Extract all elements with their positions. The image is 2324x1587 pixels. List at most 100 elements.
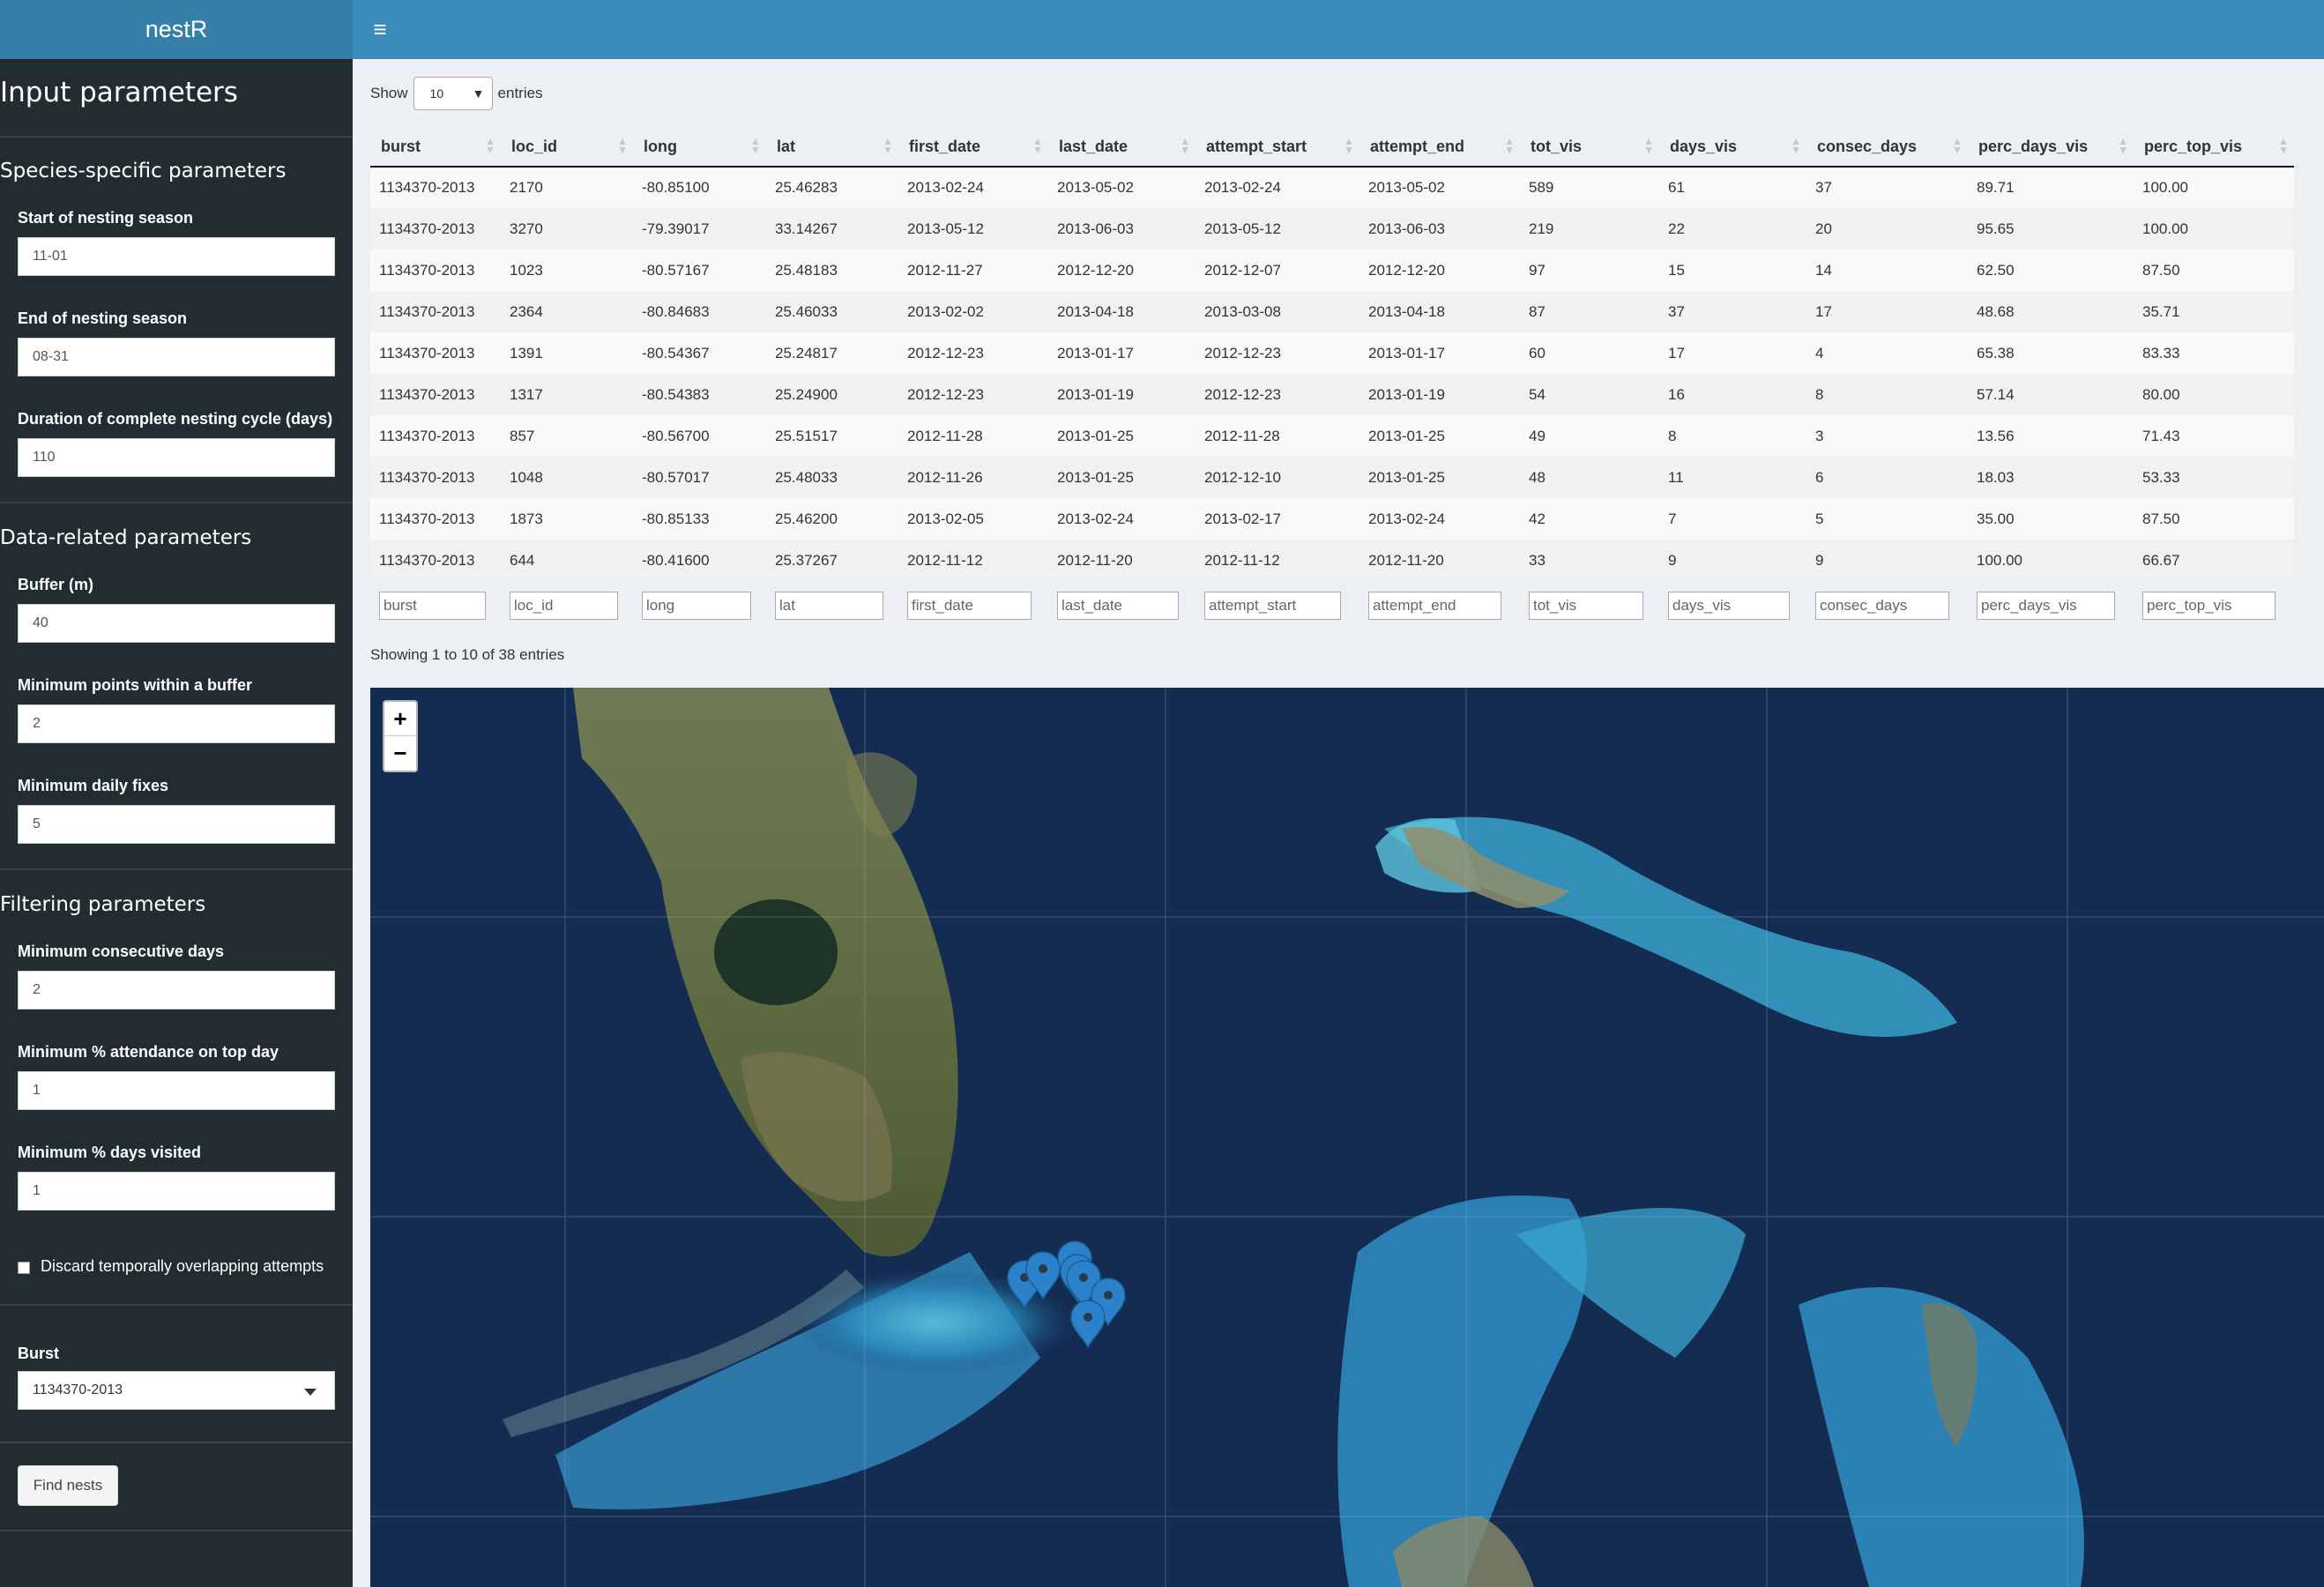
table-cell: 1134370-2013 bbox=[370, 498, 501, 540]
min-fixes-input[interactable]: 5 bbox=[18, 805, 335, 844]
column-filter-burst[interactable]: burst bbox=[379, 592, 487, 620]
table-cell: 60 bbox=[1520, 332, 1659, 374]
table-cell: 42 bbox=[1520, 498, 1659, 540]
min-consec-input[interactable]: 2 bbox=[18, 971, 335, 1010]
section-species: Species-specific parameters bbox=[0, 160, 287, 183]
min-points-input[interactable]: 2 bbox=[18, 704, 335, 743]
table-cell: 2012-11-28 bbox=[898, 415, 1048, 457]
table-cell: 589 bbox=[1520, 167, 1659, 208]
table-cell: -80.41600 bbox=[633, 540, 766, 581]
table-cell: 2013-05-12 bbox=[898, 208, 1048, 250]
table-row[interactable]: 1134370-2013 2364 -80.84683 25.46033 2013-02… bbox=[370, 291, 2294, 332]
page-length-select[interactable]: 10 ▼ bbox=[413, 77, 493, 110]
column-header-label: burst bbox=[381, 137, 421, 155]
sort-icon: ▲ ▼ bbox=[617, 135, 628, 156]
app-logo[interactable]: nestR bbox=[0, 0, 353, 59]
zoom-out-button[interactable]: − bbox=[384, 736, 416, 771]
sidebar-title: Input parameters bbox=[0, 77, 238, 108]
table-cell: 2170 bbox=[501, 167, 633, 208]
table-row[interactable]: 1134370-2013 1023 -80.57167 25.48183 2012-11… bbox=[370, 250, 2294, 291]
cycle-duration-input[interactable]: 110 bbox=[18, 438, 335, 477]
table-row[interactable]: 1134370-2013 1391 -80.54367 25.24817 2012-12… bbox=[370, 332, 2294, 374]
column-filter-long[interactable]: long bbox=[642, 592, 752, 620]
table-cell: 17 bbox=[1659, 332, 1806, 374]
column-filter-loc-id[interactable]: loc_id bbox=[510, 592, 619, 620]
section-data: Data-related parameters bbox=[0, 526, 252, 549]
table-cell: 2012-11-26 bbox=[898, 457, 1048, 498]
start-season-input[interactable]: 11-01 bbox=[18, 237, 335, 276]
table-cell: 2013-01-25 bbox=[1359, 457, 1520, 498]
table-row[interactable]: 1134370-2013 2170 -80.85100 25.46283 2013-02… bbox=[370, 167, 2294, 208]
sidebar-toggle-icon[interactable]: ≡ bbox=[367, 16, 393, 42]
table-cell: 15 bbox=[1659, 250, 1806, 291]
burst-select[interactable]: 1134370-2013 bbox=[18, 1371, 335, 1410]
table-cell: 2364 bbox=[501, 291, 633, 332]
column-header-lat[interactable]: lat ▲ ▼ bbox=[766, 127, 898, 168]
table-cell: 2013-02-24 bbox=[898, 167, 1048, 208]
divider bbox=[0, 502, 353, 503]
table-cell: 25.46283 bbox=[766, 167, 898, 208]
column-filter-first-date[interactable]: first_date bbox=[907, 592, 1032, 620]
end-season-input[interactable]: 08-31 bbox=[18, 338, 335, 376]
map[interactable]: + − bbox=[370, 688, 2324, 1587]
table-cell: 25.37267 bbox=[766, 540, 898, 581]
table-cell: 49 bbox=[1520, 415, 1659, 457]
table-row[interactable]: 1134370-2013 1873 -80.85133 25.46200 2013-02… bbox=[370, 498, 2294, 540]
column-filter-attempt-start[interactable]: attempt_start bbox=[1204, 592, 1341, 620]
column-filter-perc-days-vis[interactable]: perc_days_vis bbox=[1977, 592, 2115, 620]
table-row[interactable]: 1134370-2013 644 -80.41600 25.37267 2012-11-… bbox=[370, 540, 2294, 581]
zoom-in-button[interactable]: + bbox=[384, 702, 416, 736]
table-cell: 2013-06-03 bbox=[1359, 208, 1520, 250]
column-header-burst[interactable]: burst ▲ ▼ bbox=[370, 127, 501, 168]
table-cell: 48.68 bbox=[1968, 291, 2134, 332]
column-filter-last-date[interactable]: last_date bbox=[1057, 592, 1180, 620]
table-cell: 1023 bbox=[501, 250, 633, 291]
column-header-loc-id[interactable]: loc_id ▲ ▼ bbox=[501, 127, 633, 168]
table-row[interactable]: 1134370-2013 1317 -80.54383 25.24900 2012-12… bbox=[370, 374, 2294, 415]
divider bbox=[0, 868, 353, 870]
column-filter-lat[interactable]: lat bbox=[775, 592, 884, 620]
column-header-days-vis[interactable]: days_vis ▲ ▼ bbox=[1659, 127, 1806, 168]
column-filter-tot-vis[interactable]: tot_vis bbox=[1529, 592, 1644, 620]
table-cell: 14 bbox=[1806, 250, 1968, 291]
table-cell: 9 bbox=[1659, 540, 1806, 581]
column-header-last-date[interactable]: last_date ▲ ▼ bbox=[1048, 127, 1196, 168]
table-cell: 2012-12-20 bbox=[1048, 250, 1196, 291]
table-cell: 3270 bbox=[501, 208, 633, 250]
sort-icon: ▲ ▼ bbox=[1952, 135, 1963, 156]
column-filter-attempt-end[interactable]: attempt_end bbox=[1368, 592, 1502, 620]
min-daysvis-label: Minimum % days visited bbox=[18, 1144, 202, 1161]
table-cell: 22 bbox=[1659, 208, 1806, 250]
column-header-first-date[interactable]: first_date ▲ ▼ bbox=[898, 127, 1048, 168]
column-filter-consec-days[interactable]: consec_days bbox=[1815, 592, 1950, 620]
sort-icon: ▲ ▼ bbox=[883, 135, 893, 156]
column-header-tot-vis[interactable]: tot_vis ▲ ▼ bbox=[1520, 127, 1659, 168]
buffer-input[interactable]: 40 bbox=[18, 604, 335, 643]
zoom-control: + − bbox=[383, 700, 418, 772]
column-filter-days-vis[interactable]: days_vis bbox=[1668, 592, 1791, 620]
column-header-attempt-start[interactable]: attempt_start ▲ ▼ bbox=[1196, 127, 1359, 168]
table-row[interactable]: 1134370-2013 1048 -80.57017 25.48033 2012-11… bbox=[370, 457, 2294, 498]
column-filter-perc-top-vis[interactable]: perc_top_vis bbox=[2142, 592, 2276, 620]
column-header-perc-top-vis[interactable]: perc_top_vis ▲ ▼ bbox=[2134, 127, 2294, 168]
column-header-attempt-end[interactable]: attempt_end ▲ ▼ bbox=[1359, 127, 1520, 168]
nest-marker-icon[interactable] bbox=[1070, 1300, 1106, 1349]
min-topday-input[interactable]: 1 bbox=[18, 1071, 335, 1110]
table-cell: 61 bbox=[1659, 167, 1806, 208]
table-cell: 8 bbox=[1659, 415, 1806, 457]
column-header-long[interactable]: long ▲ ▼ bbox=[633, 127, 766, 168]
column-header-perc-days-vis[interactable]: perc_days_vis ▲ ▼ bbox=[1968, 127, 2134, 168]
table-row[interactable]: 1134370-2013 857 -80.56700 25.51517 2012-11-… bbox=[370, 415, 2294, 457]
discard-overlap-checkbox[interactable] bbox=[18, 1262, 30, 1274]
find-nests-button[interactable]: Find nests bbox=[18, 1465, 118, 1506]
dropdown-arrow-icon: ▼ bbox=[472, 86, 485, 101]
nests-table: burst ▲ ▼ loc_id ▲ ▼ long ▲ ▼ lat ▲ ▼ first_date ▲ ▼ la… bbox=[370, 127, 2294, 630]
column-header-consec-days[interactable]: consec_days ▲ ▼ bbox=[1806, 127, 1968, 168]
min-daysvis-input[interactable]: 1 bbox=[18, 1172, 335, 1211]
table-row[interactable]: 1134370-2013 3270 -79.39017 33.14267 2013-05… bbox=[370, 208, 2294, 250]
divider bbox=[0, 1530, 353, 1531]
table-cell: 644 bbox=[501, 540, 633, 581]
column-header-label: loc_id bbox=[511, 137, 558, 155]
table-cell: -80.57167 bbox=[633, 250, 766, 291]
table-cell: 2012-11-12 bbox=[898, 540, 1048, 581]
